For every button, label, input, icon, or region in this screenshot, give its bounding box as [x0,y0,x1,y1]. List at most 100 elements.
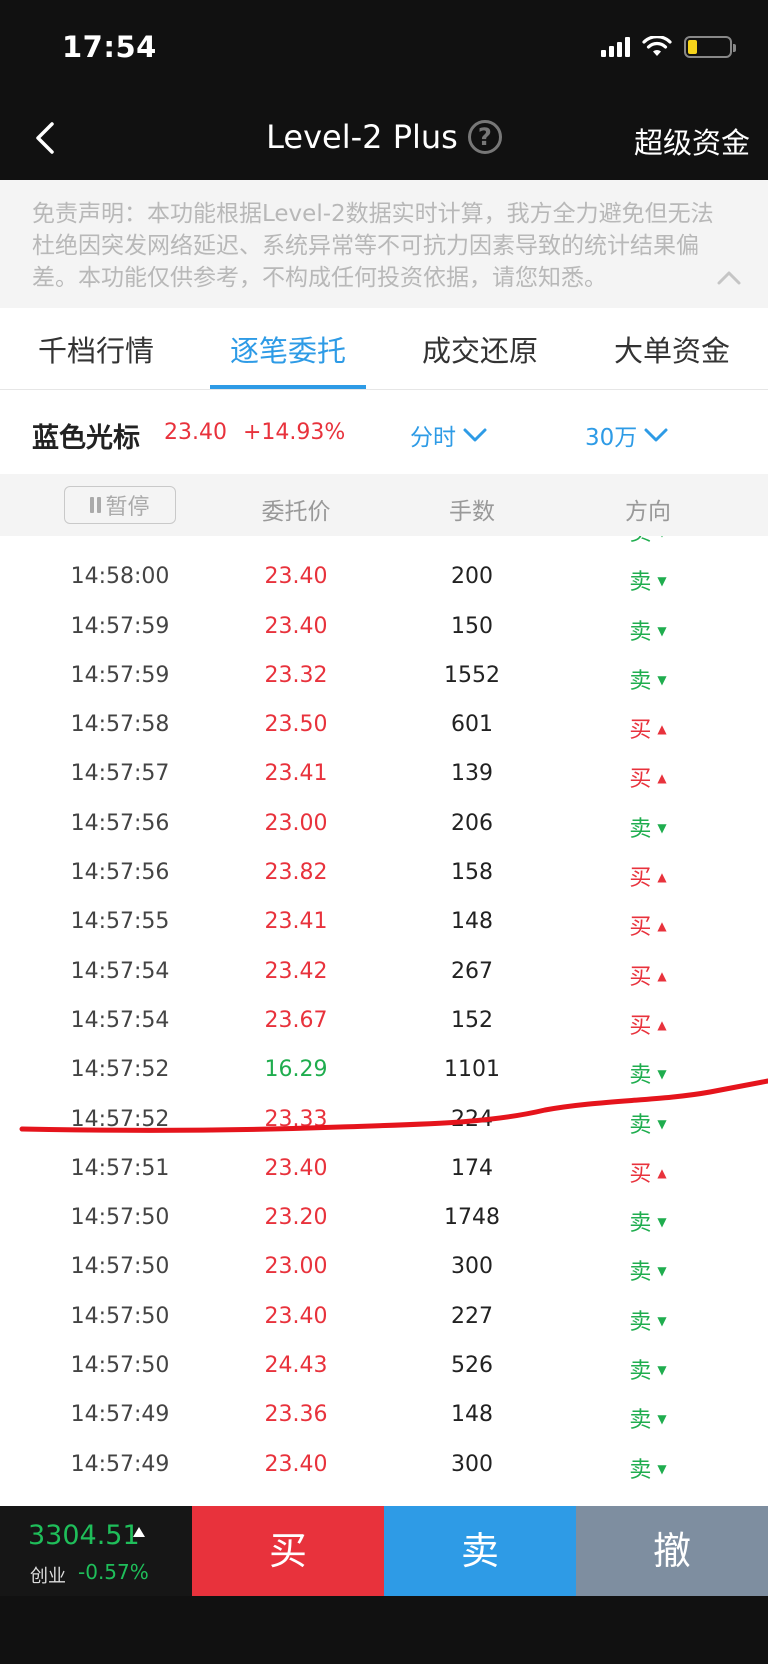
index-label: 创业 [30,1566,66,1587]
row-quantity: 158 [451,860,493,886]
row-direction: 卖▼ [608,564,688,596]
row-time: 14:57:54 [70,958,170,984]
row-direction-label: 卖 [629,1309,652,1335]
triangle-down-icon: ▼ [657,1067,667,1082]
table-row: 14:57:59 23.32 1552 卖 ▼ [0,651,768,700]
triangle-down-icon: ▼ [657,1461,667,1476]
bottom-action-bar: 3304.51 创业 -0.57% 买 卖 撤 [0,1506,768,1596]
row-price: 24.43 [264,1353,328,1379]
table-row: 14:58:0023.40558卖▼ [0,536,768,552]
tab-large-order-funds[interactable]: 大单资金 [576,308,768,389]
table-row: 14:57:50 23.00 300 卖 ▼ [0,1242,768,1291]
table-row: 14:57:49 23.36 148 卖 ▼ [0,1390,768,1439]
row-direction-label: 卖 [629,1211,652,1237]
tab-order-book[interactable]: 千档行情 [0,308,192,389]
time-filter-dropdown[interactable]: 分时 [410,418,488,452]
amount-filter-dropdown[interactable]: 30万 [585,418,669,452]
row-price: 23.40 [264,1451,328,1477]
chevron-down-icon [463,428,487,442]
header-quantity: 手数 [449,499,495,525]
row-direction: 卖▼ [608,1205,688,1237]
help-icon[interactable]: ? [467,120,502,154]
market-index[interactable]: 3304.51 创业 -0.57% [0,1506,192,1596]
triangle-up-icon: ▲ [657,1017,667,1032]
stock-price: 23.40 [164,420,227,445]
row-quantity: 152 [451,1007,493,1033]
row-price: 23.00 [264,1254,328,1280]
row-direction: 卖▼ [608,1254,688,1286]
row-direction: 买 ▲ [608,909,688,941]
pause-button[interactable]: 暂停 [64,486,176,524]
row-direction-label: 卖 [629,1457,652,1483]
tab-order-by-order[interactable]: 逐笔委托 [192,308,384,389]
table-row: 14:57:57 23.41 139 买 ▲ [0,749,768,798]
row-quantity: 267 [451,958,493,984]
row-direction-label: 买 [629,718,652,744]
battery-level [688,40,697,54]
row-time: 14:57:57 [70,761,170,787]
table-row: 14:57:52 23.33 224 卖 ▼ [0,1095,768,1144]
tab-bar: 千档行情 逐笔委托 成交还原 大单资金 [0,308,768,390]
row-direction-label: 卖 [629,1063,652,1089]
row-direction-label: 买 [629,1013,652,1039]
row-quantity: 1748 [444,1205,500,1231]
row-time: 14:57:54 [70,1007,170,1033]
row-price: 23.40 [216,536,376,540]
row-direction: 卖▼ [608,1402,688,1434]
row-price: 23.40 [264,1155,328,1181]
row-direction-label: 卖 [629,570,652,596]
row-direction: 卖▼ [608,1057,688,1089]
row-direction: 卖▼ [608,663,688,695]
row-time: 14:57:56 [70,810,170,836]
table-row: 14:57:59 23.40 150 卖 ▼ [0,602,768,651]
disclaimer-text: 免责声明：本功能根据Level-2数据实时计算，我方全力避免但无法杜绝因突发网络… [32,201,714,291]
row-time: 14:57:50 [70,1353,170,1379]
nav-bar: Level-2 Plus? 超级资金 [0,100,768,180]
row-price: 23.42 [264,958,328,984]
row-price: 23.41 [264,909,328,935]
row-direction: 买 ▲ [608,761,688,793]
row-direction-label: 卖 [629,816,652,842]
row-time: 14:57:49 [70,1451,170,1477]
table-row: 14:57:50 24.43 526 卖 ▼ [0,1341,768,1390]
row-time: 14:57:56 [70,860,170,886]
battery-icon [684,36,736,58]
row-direction: 卖▼ [608,811,688,843]
status-time: 17:54 [62,30,157,64]
triangle-down-icon: ▼ [657,1313,667,1328]
sell-button[interactable]: 卖 [384,1506,576,1596]
row-quantity: 526 [451,1353,493,1379]
index-value: 3304.51 [28,1520,140,1551]
row-quantity: 174 [451,1155,493,1181]
row-direction-label: 卖 [629,1260,652,1286]
triangle-up-icon: ▲ [657,1165,667,1180]
super-funds-link[interactable]: 超级资金 [634,120,750,162]
row-direction: 卖▼ [608,1353,688,1385]
chevron-up-icon[interactable] [716,268,742,286]
row-quantity: 1101 [444,1057,500,1083]
pause-label: 暂停 [105,495,150,520]
up-arrow-icon [133,1527,145,1537]
cancel-order-button[interactable]: 撤 [576,1506,768,1596]
row-quantity: 227 [451,1303,493,1329]
status-bar: 17:54 [0,0,768,100]
row-direction: 买 ▲ [608,1008,688,1040]
index-change: -0.57% [78,1560,149,1584]
triangle-up-icon: ▲ [657,722,667,737]
wifi-icon [642,36,672,56]
row-direction: 买 ▲ [608,959,688,991]
table-row: 14:57:58 23.50 601 买 ▲ [0,700,768,749]
table-row: 14:57:51 23.40 174 买 ▲ [0,1144,768,1193]
row-direction-label: 卖 [629,619,652,645]
row-price: 23.00 [264,810,328,836]
triangle-down-icon: ▼ [657,1363,667,1378]
home-indicator-area [0,1596,768,1664]
table-row: 14:57:56 23.82 158 买 ▲ [0,848,768,897]
tab-trade-replay[interactable]: 成交还原 [384,308,576,389]
row-price: 23.32 [264,662,328,688]
row-direction-label: 卖 [629,1359,652,1385]
row-direction: 买 ▲ [608,712,688,744]
buy-button[interactable]: 买 [192,1506,384,1596]
order-list[interactable]: 14:58:0023.40558卖▼14:58:0023.40200卖▼14:5… [0,536,768,1506]
row-time: 14:58:00 [40,536,200,540]
